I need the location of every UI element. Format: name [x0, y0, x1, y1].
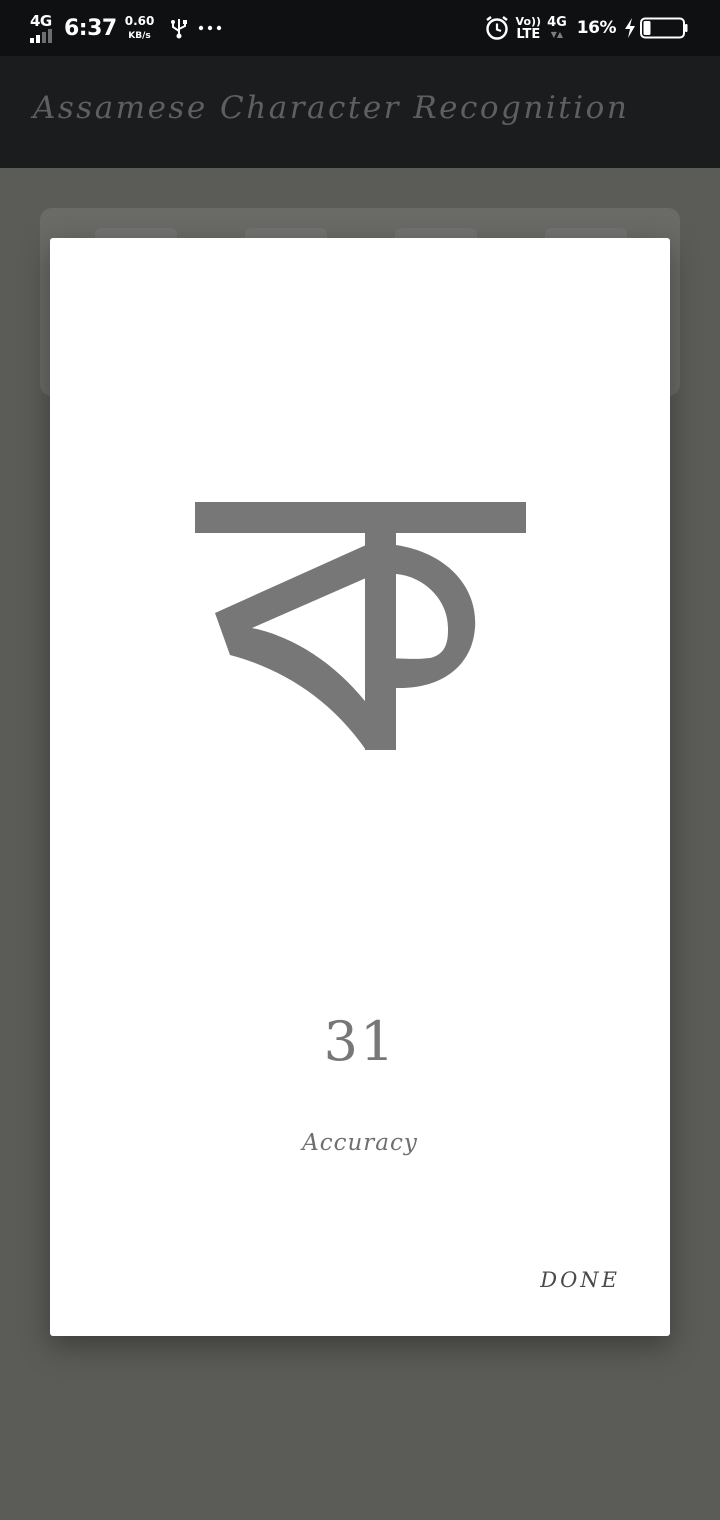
battery-percentage: 16%: [576, 18, 617, 38]
app-bar: Assamese Character Recognition: [0, 56, 720, 168]
data-network-label: 4G: [547, 15, 567, 30]
app-title: Assamese Character Recognition: [33, 90, 630, 126]
data-arrows-icon: ▼▲: [550, 30, 564, 39]
accuracy-caption: Accuracy: [302, 1130, 418, 1156]
volte-indicator: Vo)) LTE: [516, 15, 542, 42]
status-bar-left: 4G 6:37 0.60 KB/s: [30, 0, 232, 56]
more-dots-icon: [198, 25, 222, 31]
network-type-label: 4G: [30, 11, 52, 30]
accuracy-score: 31: [323, 1010, 397, 1073]
network-speed-unit: KB/s: [128, 30, 151, 41]
volte-label: Vo)): [515, 14, 542, 28]
network-speed: 0.60 KB/s: [124, 13, 155, 42]
recognized-character-image: ক: [195, 502, 526, 750]
clock: 6:37: [64, 15, 117, 41]
signal-icon: [30, 28, 54, 43]
alarm-icon: [484, 15, 510, 41]
done-button[interactable]: DONE: [538, 1262, 622, 1298]
battery-icon: [640, 17, 688, 39]
signal-indicator: 4G: [30, 11, 54, 43]
status-bar-right: Vo)) LTE 4G ▼▲ 16%: [484, 0, 688, 56]
usb-icon: [170, 17, 188, 39]
data-indicator: 4G ▼▲: [547, 16, 567, 40]
lte-label: LTE: [516, 26, 541, 42]
charging-bolt-icon: [624, 18, 636, 38]
network-speed-value: 0.60: [124, 13, 155, 28]
status-bar: 4G 6:37 0.60 KB/s Vo)) LTE 4G ▼▲ 16%: [0, 0, 720, 56]
result-dialog: ক 31 Accuracy DONE: [50, 238, 670, 1336]
